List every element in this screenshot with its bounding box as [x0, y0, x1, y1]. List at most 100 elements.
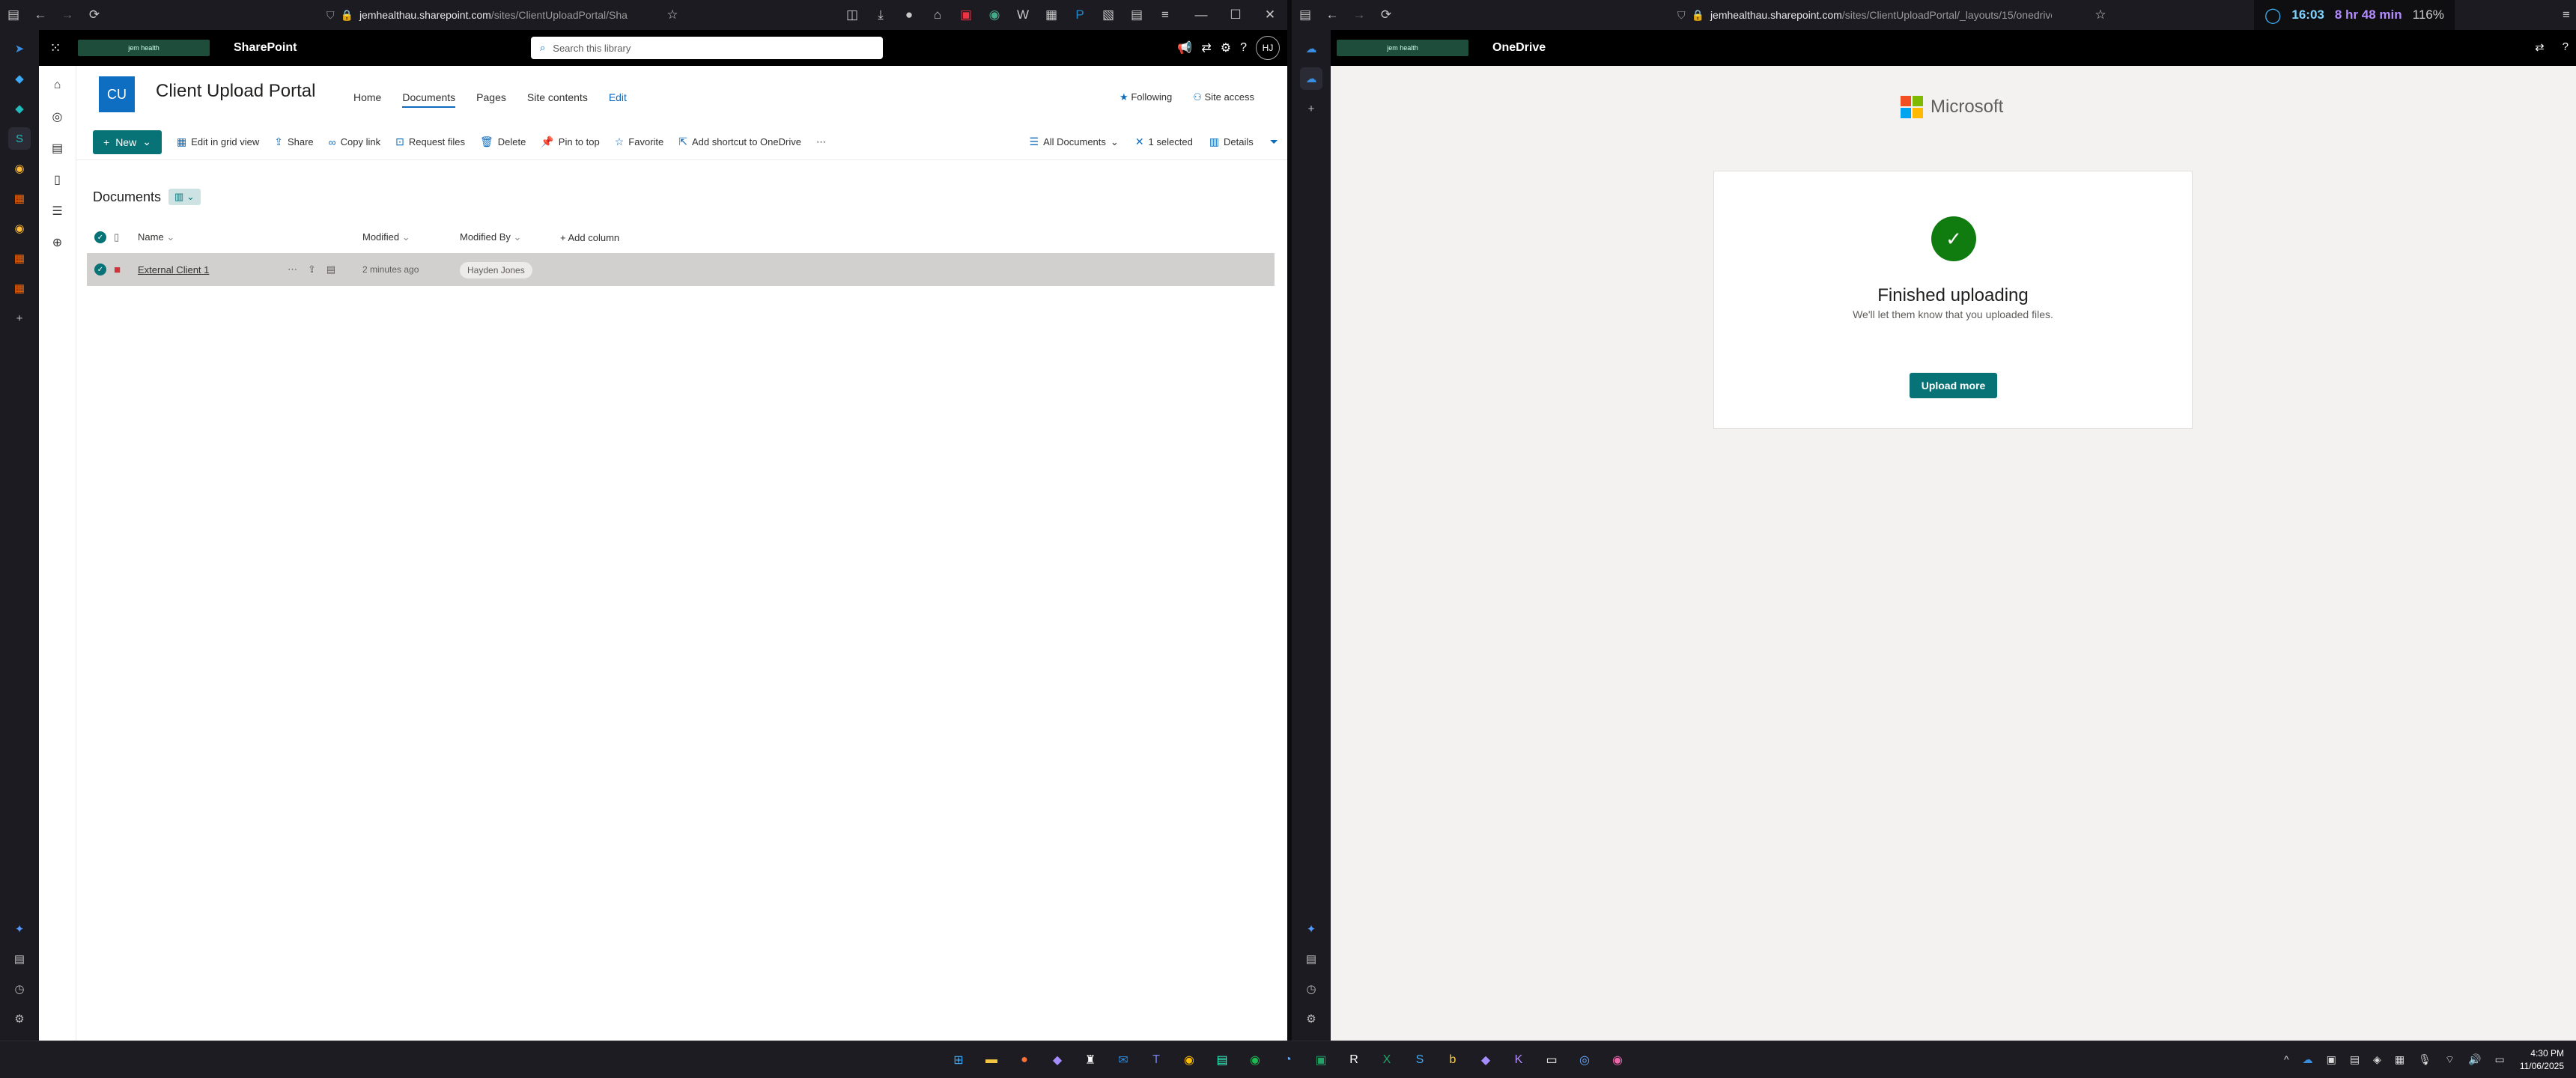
forward-icon[interactable]: → — [54, 1, 81, 28]
library-title[interactable]: Documents — [93, 189, 161, 205]
sidebar-app-icon[interactable]: ➤ — [8, 37, 31, 60]
download-icon[interactable]: ⤓ — [867, 1, 894, 28]
extension-icon[interactable]: P — [1066, 1, 1093, 28]
tray-app-icon[interactable]: ▦ — [2395, 1053, 2405, 1067]
app-icon[interactable]: ◆ — [1047, 1050, 1068, 1071]
person-pill[interactable]: Hayden Jones — [460, 261, 532, 278]
terminal-icon[interactable]: ▭ — [1541, 1050, 1562, 1071]
copy-link-button[interactable]: ∞ Copy link — [329, 136, 380, 148]
settings-icon[interactable]: ⚙ — [1300, 1008, 1322, 1030]
onedrive-tray-icon[interactable]: ☁ — [2303, 1053, 2313, 1067]
app-icon[interactable]: ◉ — [1607, 1050, 1628, 1071]
site-title[interactable]: Client Upload Portal — [156, 81, 315, 102]
tab-pages[interactable]: Pages — [476, 91, 506, 108]
column-modified-by[interactable]: Modified By ⌄ — [460, 231, 560, 243]
new-button[interactable]: + New ⌄ — [93, 130, 162, 154]
chrome-icon[interactable]: ◉ — [1179, 1050, 1200, 1071]
chevron-up-icon[interactable]: ^ — [2284, 1053, 2289, 1067]
app-launcher-icon[interactable]: ⁙ — [39, 40, 72, 56]
tab-site-contents[interactable]: Site contents — [527, 91, 588, 108]
minimize-icon[interactable]: — — [1184, 1, 1218, 28]
sidebar-app-icon[interactable]: ◆ — [8, 97, 31, 120]
news-icon[interactable]: ▤ — [46, 136, 70, 160]
clear-selection-button[interactable]: ✕ 1 selected — [1135, 135, 1193, 148]
sidebar-app-icon[interactable]: ◉ — [8, 217, 31, 240]
delete-button[interactable]: 🗑 Delete — [480, 135, 526, 148]
app-icon[interactable]: ◆ — [1475, 1050, 1496, 1071]
favorite-button[interactable]: ☆ Favorite — [615, 135, 664, 148]
app-icon[interactable]: b — [1442, 1050, 1463, 1071]
battery-icon[interactable]: ▭ — [2494, 1053, 2504, 1067]
clock[interactable]: 4:30 PM 11/06/2025 — [2509, 1047, 2564, 1073]
more-icon[interactable]: ⋯ — [288, 264, 297, 275]
back-icon[interactable]: ← — [1319, 1, 1346, 28]
excel-icon[interactable]: X — [1376, 1050, 1397, 1071]
sidebar-toggle-icon[interactable]: ▤ — [0, 1, 27, 28]
help-icon[interactable]: ? — [2563, 40, 2569, 54]
extension-icon[interactable]: ▣ — [953, 1, 979, 28]
select-all-checkbox[interactable]: ✓ — [87, 231, 114, 243]
extension-icon[interactable]: ▤ — [1123, 1, 1150, 28]
share-screen-icon[interactable]: ⇄ — [2535, 40, 2545, 54]
tab-home[interactable]: Home — [353, 91, 381, 108]
row-checkbox[interactable]: ✓ — [87, 264, 114, 275]
bookmark-star-icon[interactable]: ☆ — [659, 1, 686, 28]
filter-button[interactable]: ⏷ — [1270, 135, 1278, 148]
close-icon[interactable]: ✕ — [1253, 1, 1287, 28]
add-column-button[interactable]: + Add column — [560, 232, 619, 243]
lists-icon[interactable]: ☰ — [46, 199, 70, 223]
search-box[interactable]: ⌕ Search this library — [531, 37, 883, 59]
reload-icon[interactable]: ⟳ — [81, 1, 108, 28]
bookmark-star-icon[interactable]: ☆ — [2087, 1, 2114, 28]
app-icon[interactable]: ♜ — [1080, 1050, 1101, 1071]
open-details-icon[interactable]: ▤ — [326, 264, 335, 275]
tray-app-icon[interactable]: ▣ — [2327, 1053, 2336, 1067]
org-logo[interactable]: jem health — [1337, 40, 1468, 56]
tray-app-icon[interactable]: ▤ — [2350, 1053, 2360, 1067]
add-shortcut-button[interactable]: ⇱ Add shortcut to OneDrive — [678, 135, 801, 148]
sparkle-icon[interactable]: ✦ — [8, 918, 31, 940]
sidebar-app-icon[interactable]: ▦ — [8, 247, 31, 270]
files-icon[interactable]: ▯ — [46, 168, 70, 192]
app-icon[interactable]: ▣ — [1310, 1050, 1331, 1071]
sidebar-onedrive-icon[interactable]: ☁ — [1300, 37, 1322, 60]
home-icon[interactable]: ⌂ — [46, 73, 70, 97]
megaphone-icon[interactable]: 📢 — [1177, 40, 1192, 55]
column-name[interactable]: Name ⌄ — [138, 231, 362, 243]
edit-grid-view-button[interactable]: ▦ Edit in grid view — [177, 135, 259, 148]
maximize-icon[interactable]: ☐ — [1218, 1, 1253, 28]
column-modified[interactable]: Modified ⌄ — [362, 231, 460, 243]
app-icon[interactable]: R — [1343, 1050, 1364, 1071]
sidebar-sharepoint-icon[interactable]: S — [8, 127, 31, 150]
share-icon[interactable]: ⇪ — [308, 264, 316, 275]
more-commands-button[interactable]: ⋯ — [816, 136, 826, 148]
spotify-icon[interactable]: ◉ — [1245, 1050, 1266, 1071]
help-icon[interactable]: ? — [1240, 41, 1247, 55]
file-type-icon[interactable]: ▯ — [114, 231, 138, 243]
share-button[interactable]: ⇪ Share — [274, 135, 313, 148]
extension-icon[interactable]: ▧ — [1095, 1, 1122, 28]
pocket-icon[interactable]: ◫ — [839, 1, 866, 28]
table-row[interactable]: ✓ ■ External Client 1 ⋯ ⇪ ▤ 2 minutes ag… — [87, 253, 1275, 286]
forward-icon[interactable]: → — [1346, 1, 1373, 28]
edit-nav-link[interactable]: Edit — [609, 91, 627, 108]
sidebar-add-icon[interactable]: + — [1300, 97, 1322, 120]
gear-icon[interactable]: ⚙ — [1221, 40, 1231, 55]
view-switcher[interactable]: ☰ All Documents ⌄ — [1030, 135, 1119, 148]
org-logo[interactable]: jem health — [78, 40, 210, 56]
back-icon[interactable]: ← — [27, 1, 54, 28]
site-logo-tile[interactable]: CU — [99, 76, 135, 112]
app-icon[interactable]: S — [1409, 1050, 1430, 1071]
history-icon[interactable]: ◷ — [1300, 978, 1322, 1000]
app-icon[interactable]: K — [1508, 1050, 1529, 1071]
sidebar-app-icon[interactable]: ◆ — [8, 67, 31, 90]
app-icon[interactable]: ◎ — [1574, 1050, 1595, 1071]
share-screen-icon[interactable]: ⇄ — [1201, 40, 1211, 55]
wifi-icon[interactable]: ⌔ — [2445, 1053, 2455, 1067]
following-button[interactable]: ★ Following — [1120, 91, 1172, 103]
extension-icon[interactable]: ◉ — [981, 1, 1008, 28]
address-bar[interactable]: ⛉ 🔒 jemhealthau.sharepoint.com /sites/Cl… — [326, 5, 678, 25]
file-explorer-icon[interactable]: ▬ — [981, 1050, 1002, 1071]
create-icon[interactable]: ⊕ — [46, 231, 70, 255]
details-button[interactable]: ▥ Details — [1209, 135, 1254, 148]
